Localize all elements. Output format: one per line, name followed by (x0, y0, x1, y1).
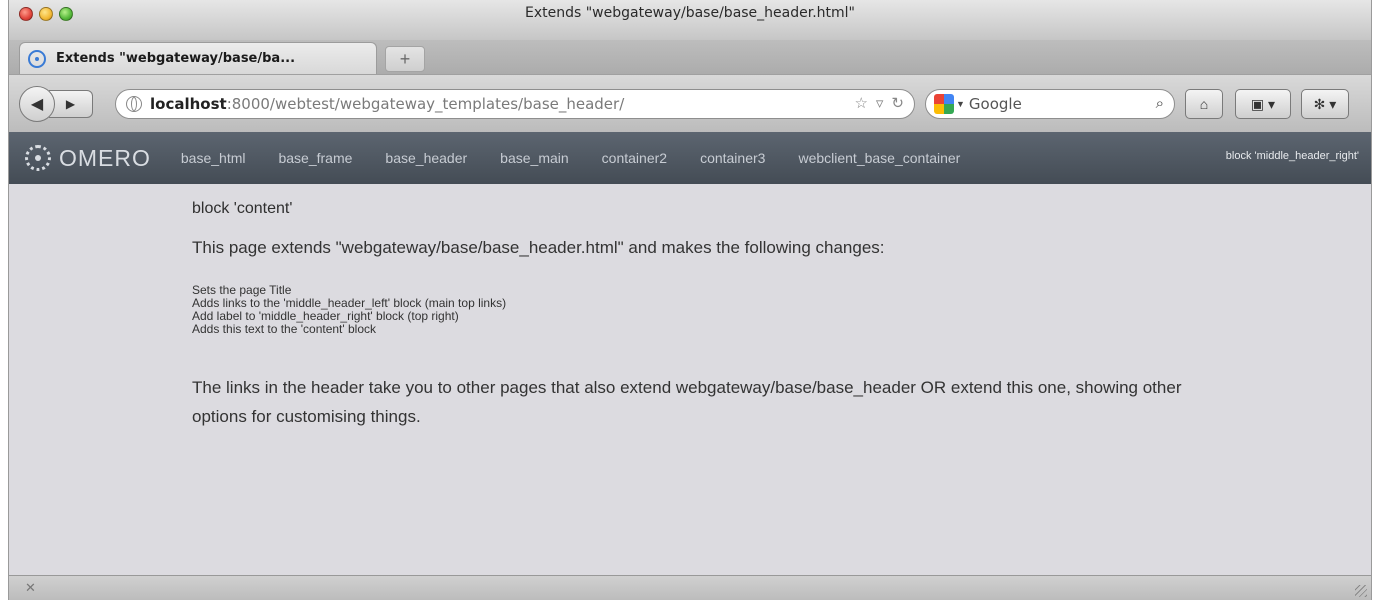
magnifier-icon[interactable]: ⌕ (1156, 95, 1164, 112)
omero-logo[interactable]: OMERO (25, 145, 151, 172)
back-forward-group: ◀ ▶ (19, 86, 103, 122)
changes-list: Sets the page Title Adds links to the 'm… (192, 284, 506, 336)
url-host: localhost (150, 95, 227, 113)
back-button[interactable]: ◀ (19, 86, 55, 122)
address-bar[interactable]: localhost:8000/webtest/webgateway_templa… (115, 89, 915, 119)
home-button[interactable]: ⌂ (1185, 89, 1223, 119)
page-content: block 'content' This page extends "webga… (9, 184, 1371, 576)
browser-window: Extends "webgateway/base/base_header.htm… (8, 0, 1372, 600)
search-bar[interactable]: ▼ Google ⌕ (925, 89, 1175, 119)
omero-logo-icon (25, 145, 51, 171)
url-text[interactable]: localhost:8000/webtest/webgateway_templa… (150, 95, 624, 113)
google-icon[interactable] (934, 94, 954, 114)
logo-text: OMERO (59, 144, 151, 171)
reload-icon[interactable]: ↻ (891, 94, 904, 112)
tab-label: Extends "webgateway/base/ba... (56, 51, 296, 66)
home-icon: ⌂ (1199, 96, 1209, 112)
bookmark-star-icon[interactable]: ☆ (854, 94, 867, 112)
browser-tab[interactable]: Extends "webgateway/base/ba... (19, 42, 377, 74)
nav-link-base-html[interactable]: base_html (181, 150, 246, 166)
tools-icon: ✻ ▾ (1313, 95, 1337, 112)
search-input[interactable]: Google (969, 95, 1022, 113)
content-intro: This page extends "webgateway/base/base_… (192, 238, 885, 257)
nav-link-container2[interactable]: container2 (602, 150, 667, 166)
bookmarks-icon: ▣ ▾ (1250, 95, 1276, 112)
globe-icon (126, 96, 142, 112)
history-dropdown-icon[interactable]: ▿ (876, 94, 884, 112)
window-title: Extends "webgateway/base/base_header.htm… (524, 5, 855, 21)
nav-link-base-header[interactable]: base_header (385, 150, 467, 166)
omero-header: OMERO base_html base_frame base_header b… (9, 132, 1371, 184)
nav-link-webclient-base-container[interactable]: webclient_base_container (798, 150, 960, 166)
status-bar: ✕ (9, 575, 1371, 600)
list-item: Adds this text to the 'content' block (192, 322, 377, 336)
url-path: :8000/webtest/webgateway_templates/base_… (226, 95, 625, 113)
nav-link-base-frame[interactable]: base_frame (278, 150, 352, 166)
bookmarks-button[interactable]: ▣ ▾ (1235, 89, 1291, 119)
content-heading: block 'content' (192, 200, 293, 217)
nav-link-base-main[interactable]: base_main (500, 150, 569, 166)
omero-favicon-icon (28, 49, 46, 68)
resize-grip-icon[interactable] (1355, 585, 1367, 597)
title-bar: Extends "webgateway/base/base_header.htm… (9, 0, 1371, 40)
tools-button[interactable]: ✻ ▾ (1301, 89, 1349, 119)
search-engine-caret-icon[interactable]: ▼ (956, 99, 965, 109)
header-right-label: block 'middle_header_right' (1225, 150, 1359, 162)
new-tab-button[interactable]: + (385, 46, 425, 72)
forward-button[interactable]: ▶ (49, 90, 93, 118)
url-actions: ☆ ▿ ↻ (854, 94, 904, 112)
content-paragraph: The links in the header take you to othe… (192, 378, 1182, 426)
nav-link-container3[interactable]: container3 (700, 150, 765, 166)
close-statusbar-icon[interactable]: ✕ (25, 580, 36, 596)
